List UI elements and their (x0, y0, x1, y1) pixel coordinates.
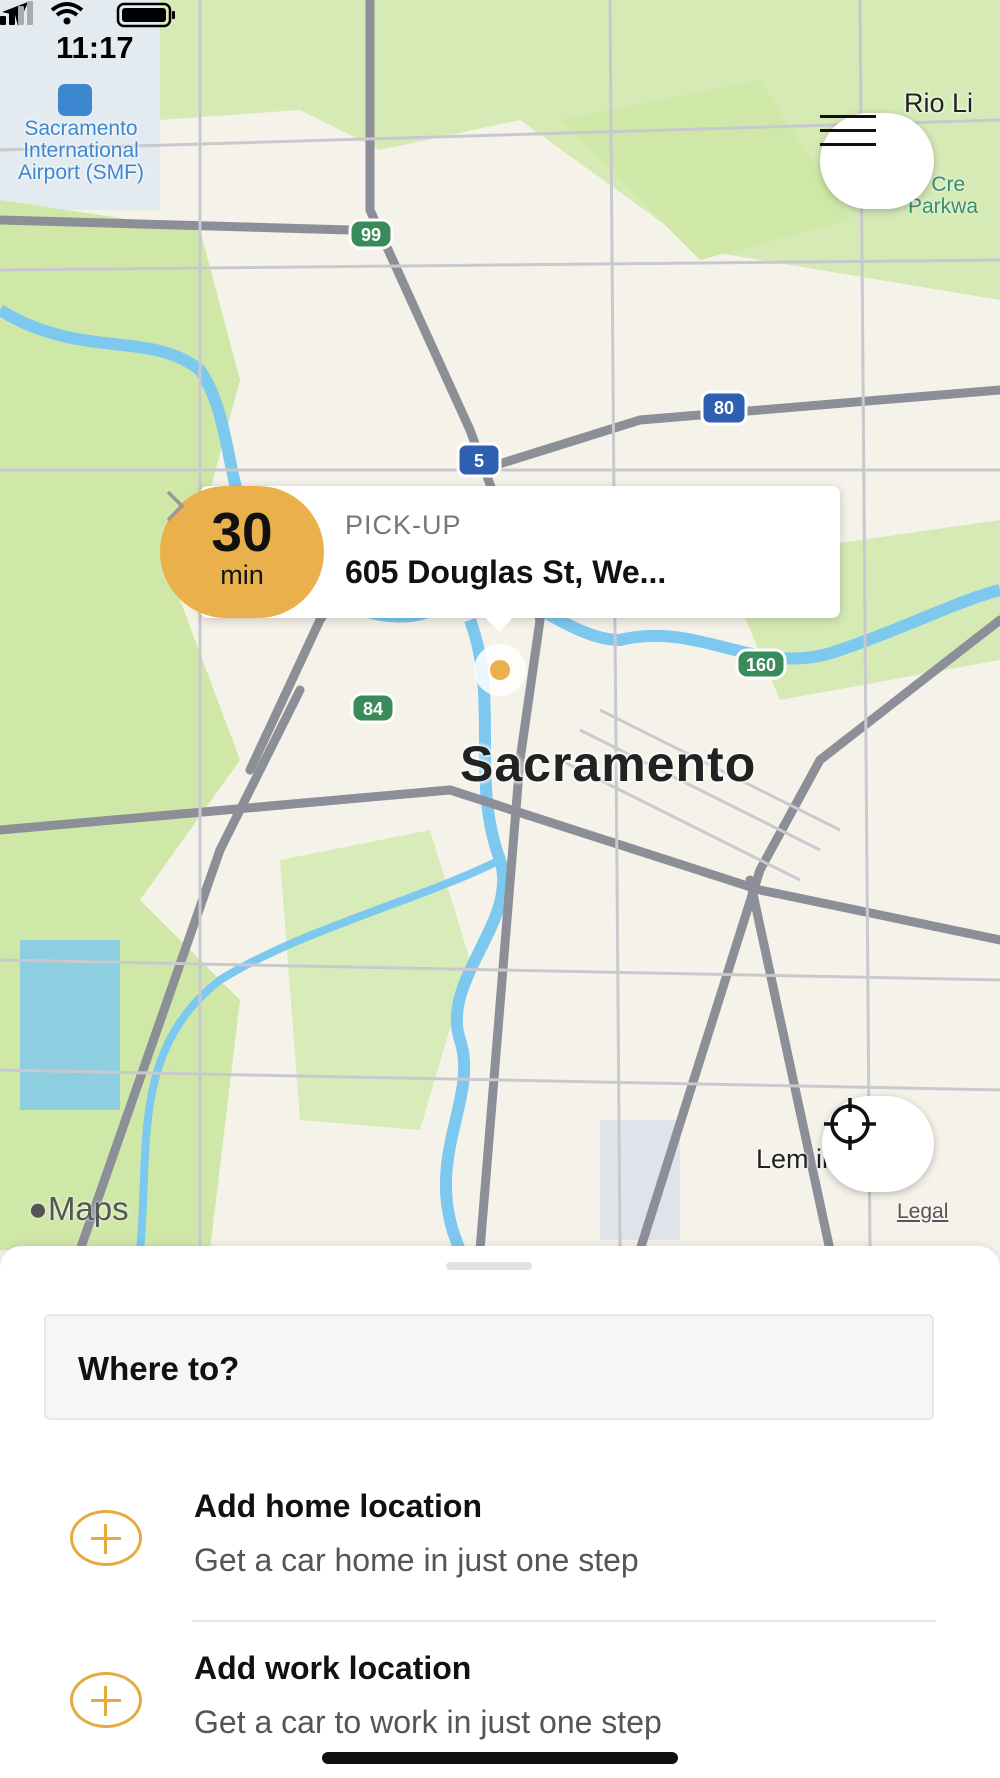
apple-logo-icon: ● (28, 1190, 48, 1227)
item-subtitle: Get a car home in just one step (194, 1542, 639, 1578)
sheet-grabber[interactable] (446, 1262, 532, 1270)
maps-text: Maps (47, 1190, 129, 1227)
maps-attribution: ●Maps (28, 1190, 129, 1228)
plus-circle-icon (70, 1510, 142, 1566)
eta-unit: min (220, 560, 264, 590)
hamburger-icon (820, 115, 876, 146)
item-title: Add work location (194, 1650, 472, 1686)
place-label-rio-linda: Rio Li (904, 88, 974, 118)
recenter-button[interactable] (822, 1096, 934, 1192)
svg-text:5: 5 (474, 451, 484, 471)
home-indicator (322, 1752, 678, 1764)
divider (192, 1620, 936, 1622)
map-view[interactable]: 99 80 5 160 84 Sacramento International … (0, 0, 1000, 1250)
menu-button[interactable] (820, 113, 934, 209)
destination-search[interactable]: Where to? (44, 1314, 934, 1420)
crosshair-icon (824, 1098, 876, 1150)
chevron-right-icon (166, 490, 185, 522)
svg-text:160: 160 (746, 655, 776, 675)
legal-link[interactable]: Legal (897, 1200, 948, 1224)
add-work-location[interactable]: Add work location Get a car to work in j… (0, 1626, 1000, 1756)
pickup-card[interactable]: 30 min PICK-UP 605 Douglas St, We... (160, 486, 840, 632)
svg-text:84: 84 (363, 699, 383, 719)
signal-icon (0, 16, 6, 25)
item-title: Add home location (194, 1488, 482, 1524)
search-placeholder: Where to? (78, 1350, 240, 1387)
add-home-location[interactable]: Add home location Get a car home in just… (0, 1464, 1000, 1594)
svg-text:99: 99 (361, 225, 381, 245)
status-icons (0, 1, 175, 28)
pickup-label: PICK-UP (345, 510, 462, 540)
airport-label: Sacramento International Airport (SMF) (18, 117, 144, 184)
pickup-address: 605 Douglas St, We... (345, 554, 667, 590)
item-subtitle: Get a car to work in just one step (194, 1704, 662, 1740)
plus-circle-icon (70, 1672, 142, 1728)
city-label: Sacramento (460, 736, 757, 792)
svg-text:80: 80 (714, 398, 734, 418)
airport-icon (58, 84, 92, 116)
status-time: 11:17 (56, 30, 134, 65)
bottom-sheet: Where to? Add home location Get a car ho… (0, 1246, 1000, 1778)
